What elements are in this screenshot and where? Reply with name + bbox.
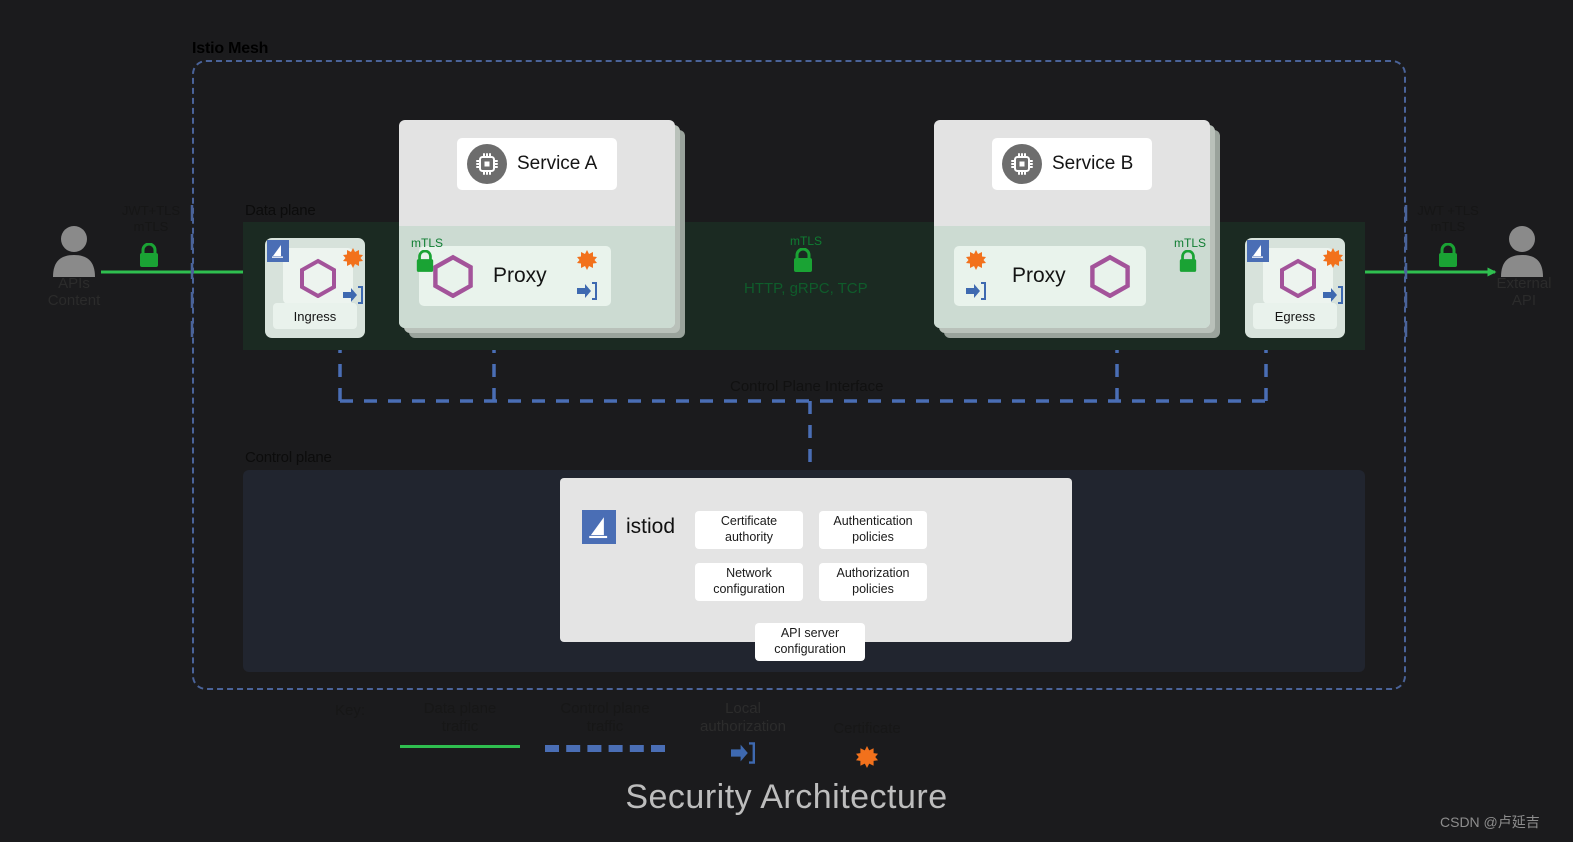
service-a-chip[interactable]: Service A <box>457 138 617 190</box>
service-b-chip[interactable]: Service B <box>992 138 1152 190</box>
tile-network-configuration-line2: configuration <box>713 582 785 596</box>
key-item-certificate: Certificate <box>812 720 922 768</box>
diagram-canvas: Istio Mesh Data plane Control plane Cont… <box>0 0 1573 842</box>
lock-icon-proxy-a <box>415 249 435 277</box>
egress-gateway-label: Egress <box>1253 303 1337 329</box>
actor-external-api-line1: External <box>1496 275 1552 292</box>
lock-icon-right <box>1437 242 1459 272</box>
left-edge-line1: JWT+TLS <box>121 203 181 218</box>
actor-external-api-label: External API <box>1478 275 1570 310</box>
left-edge-protocol-label: JWT+TLS mTLS <box>105 203 197 234</box>
local-authorization-icon <box>343 286 363 304</box>
pod-service-a[interactable]: Service A Proxy <box>399 120 685 338</box>
certificate-starburst-icon <box>856 746 878 768</box>
actor-apis-content-label: APIs Content <box>28 275 120 310</box>
key-item-control-plane-traffic: Control plane traffic <box>545 700 665 752</box>
solid-green-line-icon <box>400 745 520 748</box>
certificate-starburst-icon <box>966 250 986 270</box>
local-authorization-icon <box>577 282 597 300</box>
dashed-blue-line-icon <box>545 745 665 752</box>
proxy-b-chip[interactable]: Proxy <box>954 246 1146 306</box>
key-item-control-plane-line1: Control plane <box>560 700 650 717</box>
key-item-local-authorization: Local authorization <box>688 700 798 764</box>
certificate-starburst-icon <box>1323 248 1343 268</box>
local-authorization-icon <box>966 282 986 300</box>
pod-service-b[interactable]: Service B Proxy <box>934 120 1220 338</box>
ingress-gateway-label: Ingress <box>273 303 357 329</box>
tile-authorization-policies-line2: policies <box>852 582 894 596</box>
certificate-starburst-icon <box>577 250 597 270</box>
tile-api-server-configuration-line1: API server <box>780 626 840 641</box>
key-item-data-plane-line1: Data plane <box>423 700 497 717</box>
ingress-gateway[interactable]: Ingress <box>265 238 365 338</box>
chip-icon <box>1002 144 1042 184</box>
istio-sail-icon <box>582 510 616 544</box>
istio-sail-icon <box>1247 240 1269 262</box>
tile-authorization-policies[interactable]: Authorization policies <box>819 563 927 601</box>
key-item-data-plane-line2: traffic <box>441 718 479 735</box>
key-item-local-auth-line1: Local <box>725 700 761 717</box>
data-plane-label: Data plane <box>245 202 316 219</box>
tile-certificate-authority[interactable]: Certificate authority <box>695 511 803 549</box>
hexagon-icon <box>1280 258 1316 298</box>
watermark: CSDN @卢延吉 <box>1440 814 1540 830</box>
key-item-certificate-line1: Certificate <box>833 720 901 737</box>
control-plane-label: Control plane <box>245 449 332 466</box>
actor-apis-content-line2: Content <box>47 292 101 310</box>
istiod-panel: istiod Certificate authority Authenticat… <box>560 478 1072 642</box>
key-item-control-plane-line2: traffic <box>586 718 624 735</box>
istio-mesh-title: Istio Mesh <box>192 40 269 57</box>
local-authorization-icon <box>731 742 755 764</box>
pod-face: Service B Proxy <box>934 120 1210 328</box>
proxy-b-name: Proxy <box>1012 264 1066 287</box>
tile-certificate-authority-line1: Certificate <box>720 514 778 529</box>
person-icon <box>53 226 95 277</box>
protocol-label-middle: HTTP, gRPC, TCP <box>744 280 868 297</box>
control-plane-interface-label: Control Plane Interface <box>730 378 884 395</box>
hexagon-icon <box>300 258 336 298</box>
actor-apis-content-line1: APIs <box>58 275 90 292</box>
right-edge-line1: JWT +TLS <box>1417 203 1479 218</box>
service-a-name: Service A <box>517 153 598 174</box>
person-icon <box>1501 226 1543 277</box>
right-edge-line2: mTLS <box>1430 218 1466 234</box>
actor-external-api-line2: API <box>1511 292 1537 310</box>
key-item-data-plane-traffic: Data plane traffic <box>400 700 520 748</box>
key-label: Key: <box>335 702 366 719</box>
pod-face: Service A Proxy <box>399 120 675 328</box>
egress-gateway[interactable]: Egress <box>1245 238 1345 338</box>
mtls-label-proxy-a-in: mTLS <box>411 236 444 250</box>
service-b-name: Service B <box>1052 153 1134 174</box>
key-item-local-auth-line2: authorization <box>700 718 786 735</box>
actor-apis-content <box>52 225 96 282</box>
tile-api-server-configuration-line2: configuration <box>774 642 846 656</box>
mtls-label-proxy-b-out: mTLS <box>1174 236 1207 250</box>
istiod-label: istiod <box>626 515 676 538</box>
mtls-label-middle: mTLS <box>790 234 823 248</box>
tile-authorization-policies-line1: Authorization <box>836 566 910 581</box>
proxy-a-name: Proxy <box>493 264 547 287</box>
tile-certificate-authority-line2: authority <box>725 530 773 544</box>
hexagon-icon <box>1090 254 1130 298</box>
tile-api-server-configuration[interactable]: API server configuration <box>755 623 865 661</box>
lock-icon-proxy-b <box>1178 249 1198 277</box>
proxy-a-chip[interactable]: Proxy <box>419 246 611 306</box>
actor-external-api <box>1500 225 1544 282</box>
right-edge-protocol-label: JWT +TLS mTLS <box>1400 203 1496 234</box>
left-edge-line2: mTLS <box>133 218 169 234</box>
tile-network-configuration[interactable]: Network configuration <box>695 563 803 601</box>
tile-network-configuration-line1: Network <box>726 566 772 581</box>
tile-authentication-policies-line1: Authentication <box>833 514 913 529</box>
tile-authentication-policies-line2: policies <box>852 530 894 544</box>
local-authorization-icon <box>1323 286 1343 304</box>
page-title: Security Architecture <box>625 778 948 816</box>
istio-sail-icon <box>267 240 289 262</box>
tile-authentication-policies[interactable]: Authentication policies <box>819 511 927 549</box>
lock-icon-left <box>138 242 160 272</box>
lock-icon-middle <box>792 247 814 277</box>
chip-icon <box>467 144 507 184</box>
hexagon-icon <box>433 254 473 298</box>
certificate-starburst-icon <box>343 248 363 268</box>
